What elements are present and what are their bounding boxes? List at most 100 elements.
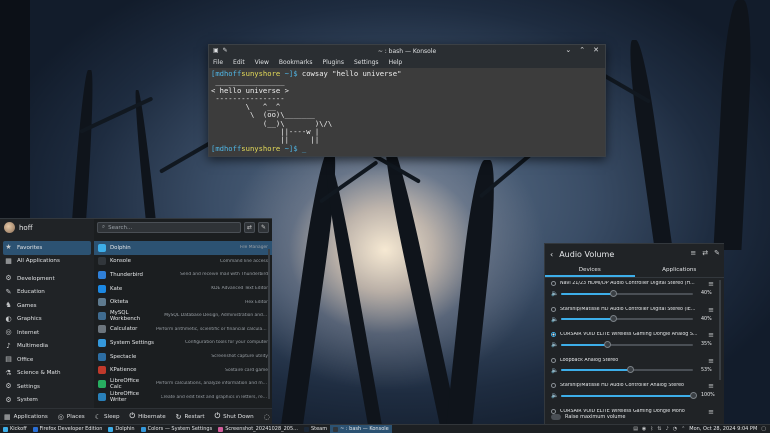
default-device-radio[interactable] bbox=[551, 408, 556, 414]
notifications-icon[interactable]: ◔ bbox=[673, 426, 677, 432]
default-device-radio[interactable] bbox=[551, 306, 556, 312]
konsole-window[interactable]: ▣ ✎ ~ : bash — Konsole ⌄ ⌃ ✕ File Edit Vi… bbox=[208, 44, 606, 157]
app-item[interactable]: Thunderbird Send and receive mail with Th… bbox=[94, 268, 272, 282]
taskbar-task[interactable]: Dolphin bbox=[105, 425, 137, 433]
arrow-up-icon[interactable]: ⌃ bbox=[681, 426, 685, 432]
shutdown-button[interactable]: ⏻ Shut Down bbox=[215, 412, 254, 421]
hamburger-menu-icon[interactable]: ≡ bbox=[708, 306, 714, 314]
default-device-radio[interactable] bbox=[551, 332, 556, 337]
places-tab[interactable]: ◎ Places bbox=[58, 413, 85, 421]
steam-tray-icon[interactable]: ◉ bbox=[642, 426, 646, 432]
category-item[interactable]: ◐ Graphics bbox=[0, 313, 94, 327]
search-input[interactable]: ⌕ Search... bbox=[97, 222, 241, 233]
configure-icon[interactable]: ⇄ bbox=[702, 249, 708, 257]
menu-file[interactable]: File bbox=[213, 59, 223, 66]
volume-slider[interactable] bbox=[561, 315, 693, 322]
category-item[interactable]: ⚙ Settings bbox=[0, 380, 94, 394]
menu-view[interactable]: View bbox=[255, 59, 269, 66]
volume-slider[interactable] bbox=[561, 340, 693, 348]
category-item[interactable]: ✎ Education bbox=[0, 286, 94, 300]
user-header[interactable]: hoff bbox=[0, 219, 94, 236]
terminal-area[interactable]: [mdhoffsunyshore ~]$ cowsay "hello unive… bbox=[209, 68, 605, 156]
volume-slider[interactable] bbox=[561, 289, 693, 297]
category-item[interactable]: ⚙ System bbox=[0, 394, 94, 408]
app-item[interactable]: KPatience Solitaire card game bbox=[94, 363, 272, 377]
category-item[interactable]: ⚙ Development bbox=[0, 272, 94, 286]
taskbar-task[interactable]: Firefox Developer Edition bbox=[30, 425, 106, 433]
app-item[interactable]: System Settings Configuration tools for y… bbox=[94, 336, 272, 350]
app-item[interactable]: Spectacle Screenshot capture utility bbox=[94, 350, 272, 364]
app-item[interactable]: Dolphin File Manager bbox=[94, 241, 272, 255]
volume-slider-handle[interactable] bbox=[689, 391, 697, 399]
volume-slider-handle[interactable] bbox=[603, 340, 611, 348]
hamburger-menu-icon[interactable]: ≡ bbox=[690, 249, 696, 257]
taskbar-task[interactable]: Colors — System Settings bbox=[138, 425, 216, 433]
taskbar-task[interactable]: Steam bbox=[301, 425, 330, 433]
default-device-radio[interactable] bbox=[551, 383, 556, 388]
more-button[interactable]: ◌ bbox=[264, 413, 270, 421]
default-device-radio[interactable] bbox=[551, 281, 556, 286]
maximize-icon[interactable]: ⌃ bbox=[579, 46, 585, 54]
show-desktop-icon[interactable]: ▢ bbox=[761, 426, 766, 432]
tab-applications[interactable]: Applications bbox=[635, 264, 725, 277]
clipboard-icon[interactable]: ▤ bbox=[633, 426, 638, 432]
minimize-icon[interactable]: ⌄ bbox=[565, 46, 571, 54]
window-titlebar[interactable]: ▣ ✎ ~ : bash — Konsole ⌄ ⌃ ✕ bbox=[209, 45, 605, 57]
app-item[interactable]: Okteta Hex Editor bbox=[94, 295, 272, 309]
app-item[interactable]: LibreOffice Calc Perform calculations, an… bbox=[94, 377, 272, 391]
bluetooth-icon[interactable]: ᛒ bbox=[650, 426, 653, 432]
category-item[interactable]: ▤ Office bbox=[0, 353, 94, 367]
speaker-icon[interactable]: 🔈 bbox=[551, 316, 558, 323]
hamburger-menu-icon[interactable]: ≡ bbox=[708, 357, 714, 365]
default-device-radio[interactable] bbox=[551, 357, 556, 363]
clock[interactable]: Mon, Oct 28, 2024 9:04 PM bbox=[689, 426, 757, 432]
scrollbar[interactable] bbox=[719, 280, 721, 380]
category-item[interactable]: ⚗ Science & Math bbox=[0, 367, 94, 381]
category-item[interactable]: ♪ Multimedia bbox=[0, 340, 94, 354]
app-icon[interactable]: ▣ bbox=[213, 47, 219, 54]
volume-slider-handle[interactable] bbox=[610, 315, 618, 322]
volume-slider-handle[interactable] bbox=[627, 366, 635, 373]
volume-icon[interactable]: ♪ bbox=[666, 426, 669, 432]
menu-help[interactable]: Help bbox=[389, 59, 403, 66]
pin-icon[interactable]: ✎ bbox=[223, 47, 228, 54]
sleep-button[interactable]: ☾ Sleep bbox=[95, 413, 120, 421]
volume-slider-handle[interactable] bbox=[610, 289, 618, 297]
applications-tab[interactable]: ▦ Applications bbox=[4, 413, 48, 421]
category-item[interactable]: ◎ Internet bbox=[0, 326, 94, 340]
scrollbar[interactable] bbox=[268, 249, 270, 399]
menu-settings[interactable]: Settings bbox=[354, 59, 379, 66]
network-icon[interactable]: ⇅ bbox=[657, 426, 661, 432]
taskbar-task[interactable]: Kickoff bbox=[0, 425, 30, 433]
avatar[interactable] bbox=[4, 222, 15, 233]
app-item[interactable]: LibreOffice Writer Create and edit text a… bbox=[94, 391, 272, 405]
speaker-icon[interactable]: 🔈 bbox=[551, 367, 558, 374]
configure-button[interactable]: ⇄ bbox=[244, 222, 255, 233]
restart-button[interactable]: ↻ Restart bbox=[176, 413, 205, 421]
taskbar-task[interactable]: Screenshot_20241028_205... bbox=[215, 425, 301, 433]
app-item[interactable]: Calculator Perform arithmetic, scientific… bbox=[94, 323, 272, 337]
close-icon[interactable]: ✕ bbox=[593, 46, 599, 54]
hibernate-button[interactable]: ⏻ Hibernate bbox=[130, 412, 166, 421]
hamburger-menu-icon[interactable]: ≡ bbox=[708, 331, 714, 339]
volume-slider[interactable] bbox=[561, 391, 697, 399]
hamburger-menu-icon[interactable]: ≡ bbox=[708, 280, 714, 288]
app-item[interactable]: Kate KDE Advanced Text Editor bbox=[94, 282, 272, 296]
menu-edit[interactable]: Edit bbox=[233, 59, 245, 66]
speaker-icon[interactable]: 🔈 bbox=[551, 341, 558, 348]
volume-slider[interactable] bbox=[561, 366, 693, 373]
app-item[interactable]: Konsole Command line access bbox=[94, 255, 272, 269]
back-icon[interactable]: ‹ bbox=[550, 250, 553, 259]
raise-volume-toggle[interactable] bbox=[551, 414, 561, 420]
category-item[interactable]: ▦ All Applications bbox=[0, 255, 94, 269]
pin-icon[interactable]: ✎ bbox=[714, 249, 720, 257]
speaker-icon[interactable]: 🔈 bbox=[551, 290, 558, 297]
menu-bookmarks[interactable]: Bookmarks bbox=[279, 59, 313, 66]
raise-volume-row[interactable]: Raise maximum volume bbox=[551, 414, 625, 420]
pin-button[interactable]: ✎ bbox=[258, 222, 269, 233]
app-item[interactable]: MySQL Workbench MySQL Database Design, Ad… bbox=[94, 309, 272, 323]
category-item[interactable]: ♞ Games bbox=[0, 299, 94, 313]
category-item[interactable]: ★ Favorites bbox=[3, 241, 91, 255]
hamburger-menu-icon[interactable]: ≡ bbox=[708, 408, 714, 416]
speaker-icon[interactable]: 🔈 bbox=[551, 392, 558, 399]
